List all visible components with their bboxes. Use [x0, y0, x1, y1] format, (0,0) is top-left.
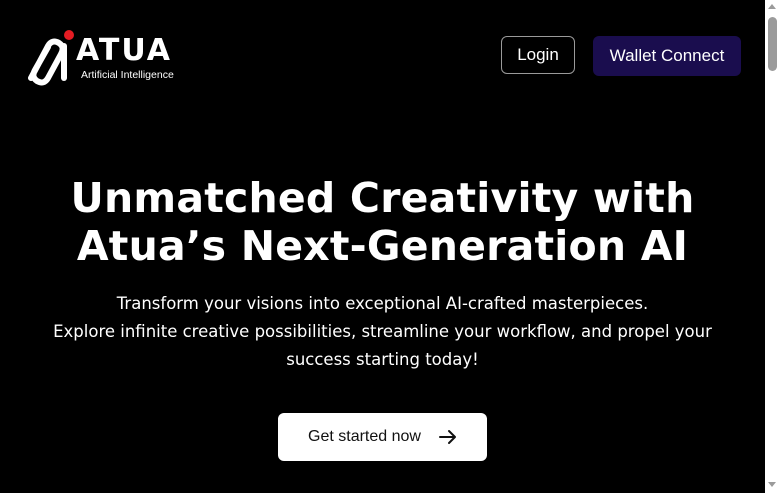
- logo-tagline: Artificial Intelligence: [81, 69, 174, 81]
- vertical-scrollbar[interactable]: [765, 0, 780, 493]
- hero-title-line-2: Atua’s Next-Generation AI: [76, 222, 689, 270]
- logo-wordmark: ATUA: [76, 33, 173, 68]
- scroll-down-arrow-icon[interactable]: [768, 482, 776, 487]
- login-button[interactable]: Login: [501, 36, 575, 74]
- hero-subtitle-line-1: Transform your visions into exceptional …: [116, 294, 649, 313]
- hero-subtitle: Transform your visions into exceptional …: [30, 290, 735, 374]
- atua-logo-icon: [28, 30, 74, 86]
- get-started-label: Get started now: [308, 428, 421, 445]
- hero-title: Unmatched Creativity with Atua’s Next-Ge…: [0, 174, 765, 270]
- scroll-up-arrow-icon[interactable]: [768, 4, 776, 9]
- hero-subtitle-line-2: Explore infinite creative possibilities,…: [53, 322, 712, 369]
- wallet-connect-button[interactable]: Wallet Connect: [593, 36, 741, 76]
- brand-logo[interactable]: ATUA Artificial Intelligence: [24, 28, 174, 86]
- scrollbar-thumb[interactable]: [768, 17, 777, 71]
- page: ATUA Artificial Intelligence Login Walle…: [0, 0, 765, 493]
- hero-title-line-1: Unmatched Creativity with: [70, 174, 695, 222]
- get-started-button[interactable]: Get started now: [278, 413, 487, 461]
- arrow-right-icon: [438, 430, 456, 444]
